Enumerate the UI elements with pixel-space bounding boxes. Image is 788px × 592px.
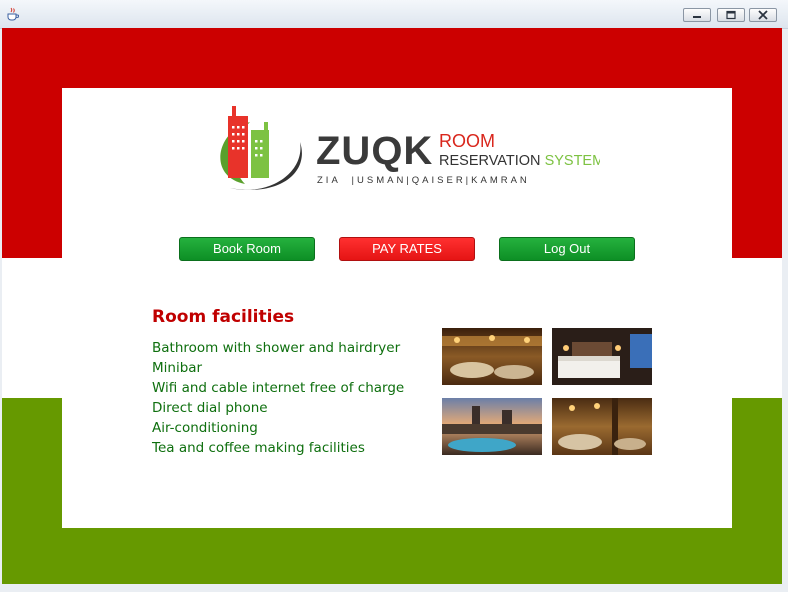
- logo-brand: ZUQK: [316, 129, 433, 173]
- building-logo-icon: [220, 106, 302, 190]
- logo-room: ROOM: [439, 131, 495, 151]
- svg-text:RESERVATION SYSTEM: RESERVATION SYSTEM: [439, 153, 600, 169]
- minimize-button[interactable]: [683, 8, 711, 22]
- facility-item: Air-conditioning: [152, 420, 258, 436]
- minimize-icon: [693, 16, 701, 18]
- logo-tagline: ZIA |USMAN|QAISER|KAMRAN: [317, 175, 530, 186]
- lounge-photo: [442, 328, 542, 385]
- pay-rates-button[interactable]: PAY RATES: [339, 237, 475, 261]
- facilities-title: Room facilities: [152, 307, 295, 327]
- facility-item: Tea and coffee making facilities: [152, 440, 365, 456]
- facility-item: Bathroom with shower and hairdryer: [152, 340, 401, 356]
- java-cup-icon: [7, 7, 19, 21]
- main-panel: ZUQK ROOM RESERVATION SYSTEM ZIA |USMAN|…: [62, 88, 732, 528]
- maximize-button[interactable]: [717, 8, 745, 22]
- facilities-list: Bathroom with shower and hairdryer Minib…: [152, 338, 404, 458]
- lobby-photo: [552, 398, 652, 455]
- facility-item: Minibar: [152, 360, 203, 376]
- close-icon: [758, 10, 768, 20]
- logo-reservation: RESERVATION: [439, 153, 541, 169]
- close-button[interactable]: [749, 8, 777, 22]
- bedroom-photo: [552, 328, 652, 385]
- app-frame: ZUQK ROOM RESERVATION SYSTEM ZIA |USMAN|…: [2, 28, 782, 584]
- window-titlebar: [0, 0, 788, 29]
- book-room-button[interactable]: Book Room: [179, 237, 315, 261]
- maximize-icon: [726, 10, 736, 20]
- facility-item: Direct dial phone: [152, 400, 268, 416]
- logo-system: SYSTEM: [545, 153, 600, 169]
- pool-photo: [442, 398, 542, 455]
- facility-item: Wifi and cable internet free of charge: [152, 380, 405, 396]
- zuqk-logo: ZUQK ROOM RESERVATION SYSTEM ZIA |USMAN|…: [220, 106, 600, 190]
- log-out-button[interactable]: Log Out: [499, 237, 635, 261]
